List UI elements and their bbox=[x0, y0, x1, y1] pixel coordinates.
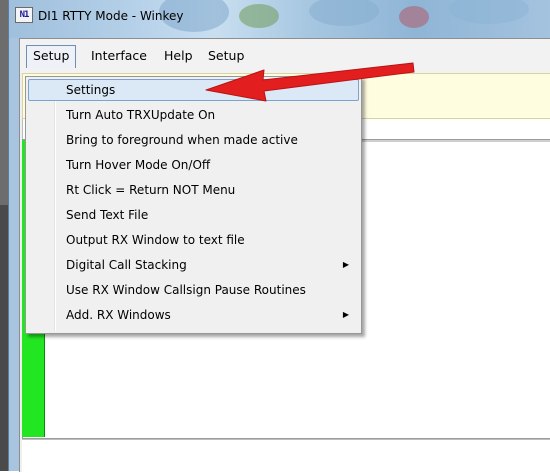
tx-window[interactable] bbox=[22, 439, 550, 473]
titlebar-glass-blob bbox=[449, 0, 529, 24]
titlebar-glass-blob bbox=[399, 6, 429, 28]
menu-bar: Setup Interface Help Setup bbox=[20, 39, 550, 73]
menu-setup[interactable]: Setup bbox=[26, 45, 77, 68]
submenu-arrow-icon: ▶ bbox=[342, 260, 349, 269]
menu-item-label: Rt Click = Return NOT Menu bbox=[66, 183, 236, 197]
menu-item-rt-click[interactable]: Rt Click = Return NOT Menu bbox=[28, 179, 359, 201]
background-page-edge-dark bbox=[0, 205, 8, 471]
menu-item-label: Settings bbox=[66, 83, 116, 97]
menu-item-send-text-file[interactable]: Send Text File bbox=[28, 204, 359, 226]
submenu-arrow-icon: ▶ bbox=[342, 310, 349, 319]
menu-item-label: Turn Hover Mode On/Off bbox=[66, 158, 211, 172]
menu-item-label: Bring to foreground when made active bbox=[66, 133, 298, 147]
menu-item-callsign-pause[interactable]: Use RX Window Callsign Pause Routines bbox=[28, 279, 359, 301]
menu-interface[interactable]: Interface bbox=[85, 46, 153, 66]
menu-item-label: Send Text File bbox=[66, 208, 149, 222]
menu-item-label: Turn Auto TRXUpdate On bbox=[66, 108, 216, 122]
menu-item-label: Digital Call Stacking bbox=[66, 258, 187, 272]
app-logo-icon[interactable]: N1 bbox=[15, 7, 33, 23]
menu-item-hover-mode[interactable]: Turn Hover Mode On/Off bbox=[28, 154, 359, 176]
menu-item-digital-call-stacking[interactable]: Digital Call Stacking ▶ bbox=[28, 254, 359, 276]
menu-item-label: Output RX Window to text file bbox=[66, 233, 245, 247]
menu-item-label: Use RX Window Callsign Pause Routines bbox=[66, 283, 306, 297]
menu-setup-2[interactable]: Setup bbox=[202, 46, 250, 66]
title-bar[interactable]: N1 DI1 RTTY Mode - Winkey bbox=[9, 0, 550, 38]
menu-help[interactable]: Help bbox=[158, 46, 199, 66]
menu-item-auto-trx-update[interactable]: Turn Auto TRXUpdate On bbox=[28, 104, 359, 126]
window-title: DI1 RTTY Mode - Winkey bbox=[38, 9, 184, 23]
menu-item-add-rx-windows[interactable]: Add. RX Windows ▶ bbox=[28, 304, 359, 326]
menu-item-bring-to-foreground[interactable]: Bring to foreground when made active bbox=[28, 129, 359, 151]
menu-item-label: Add. RX Windows bbox=[66, 308, 171, 322]
titlebar-glass-blob bbox=[309, 0, 379, 26]
setup-dropdown-menu: Settings Turn Auto TRXUpdate On Bring to… bbox=[25, 76, 362, 334]
menu-item-settings[interactable]: Settings bbox=[28, 79, 359, 101]
background-page-edge bbox=[0, 0, 8, 471]
menu-item-output-rx-window[interactable]: Output RX Window to text file bbox=[28, 229, 359, 251]
titlebar-glass-blob bbox=[239, 4, 279, 28]
